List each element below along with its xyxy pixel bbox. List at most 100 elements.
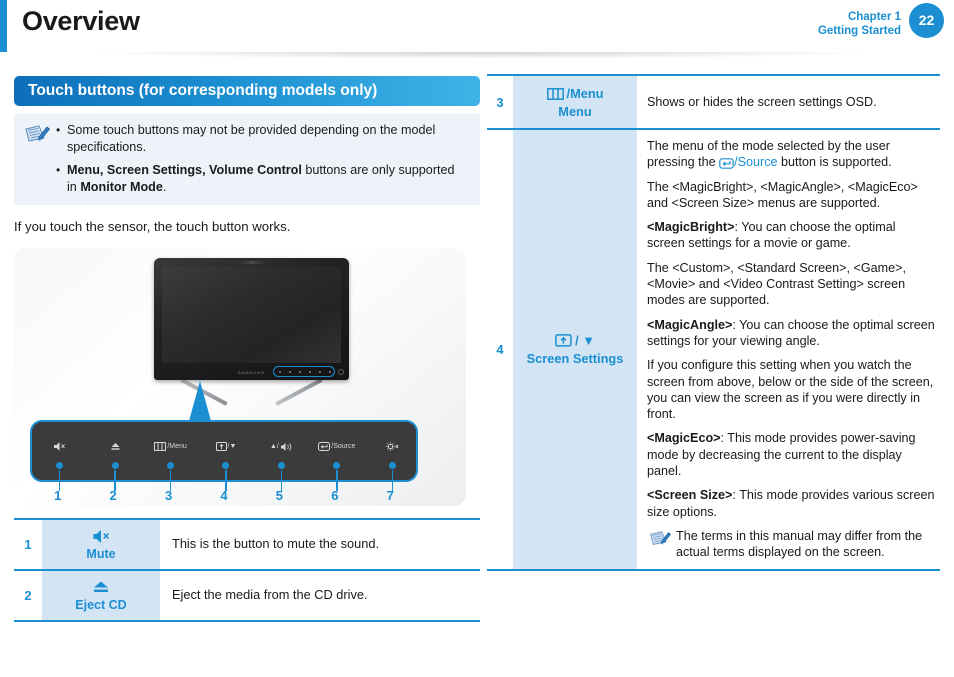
touch-sensor-dots xyxy=(279,371,331,373)
chapter-line-2: Getting Started xyxy=(817,25,901,37)
callout-number: 5 xyxy=(275,488,284,503)
menu-icon xyxy=(546,87,564,100)
monitor-graphic: SAMSUNG xyxy=(154,258,349,406)
paragraph: <MagicBright>: You can choose the optima… xyxy=(647,219,936,252)
webcam-strip xyxy=(238,261,265,264)
manual-page: Overview Chapter 1 Getting Started 22 To… xyxy=(0,0,954,677)
paragraph: Shows or hides the screen settings OSD. xyxy=(647,94,877,109)
note-text: Menu, Screen Settings, Volume Control bu… xyxy=(67,163,455,194)
page-number-badge: 22 xyxy=(909,2,944,38)
touch-button-3: /Menu xyxy=(143,440,198,491)
term-magiceco: <MagicEco> xyxy=(647,431,721,446)
callout-number-row: 1 2 3 4 5 6 7 xyxy=(30,488,418,503)
row-key-label: Menu xyxy=(558,104,592,119)
callout-number: 2 xyxy=(109,488,117,503)
right-button-table: 3 /Menu Menu Shows or hides the screen s… xyxy=(487,74,940,571)
header-accent-bar xyxy=(0,0,7,52)
mute-icon xyxy=(53,440,66,453)
monitor-stand-right xyxy=(275,378,323,406)
note-list: • Some touch buttons may not be provided… xyxy=(56,122,466,195)
leader-dot xyxy=(167,462,175,469)
term-magicbright: <MagicBright> xyxy=(647,220,735,235)
lead-paragraph: If you touch the sensor, the touch butto… xyxy=(14,219,291,234)
power-indicator xyxy=(338,369,344,375)
table-row: 1 Mute This is the button to mute the so… xyxy=(14,519,480,570)
touch-button-4: /▼ xyxy=(198,440,253,491)
page-title: Overview xyxy=(22,6,140,36)
page-header: Overview Chapter 1 Getting Started 22 xyxy=(0,0,954,52)
callout-number: 7 xyxy=(386,488,394,503)
row-number: 3 xyxy=(496,94,504,110)
row-number: 1 xyxy=(24,537,32,552)
eject-icon xyxy=(46,578,156,597)
header-chapter-group: Chapter 1 Getting Started 22 xyxy=(818,2,944,38)
monitor-screen xyxy=(162,267,341,363)
callout-number: 3 xyxy=(164,488,173,503)
left-column: Touch buttons (for corresponding models … xyxy=(14,62,480,622)
paragraph-source: The menu of the mode selected by the use… xyxy=(647,138,936,171)
paragraph: If you configure this setting when you w… xyxy=(647,358,934,422)
touch-button-bar: /Menu /▼ ▲/ /Source xyxy=(30,420,418,491)
screen-settings-icon xyxy=(555,334,572,347)
term-magicangle: <MagicAngle> xyxy=(647,317,733,332)
left-button-table: 1 Mute This is the button to mute the so… xyxy=(14,518,480,622)
touch-button-3-label: /Menu xyxy=(167,443,187,450)
note-box: • Some touch buttons may not be provided… xyxy=(14,114,480,205)
paragraph: <Screen Size>: This mode provides variou… xyxy=(647,487,936,520)
touch-button-glyph-row: /Menu /▼ ▲/ /Source xyxy=(32,440,420,491)
leader-dot xyxy=(111,462,119,469)
row-key-glyph-suffix: / ▼ xyxy=(575,333,595,349)
source-link-text: /Source xyxy=(734,155,778,170)
touch-button-highlight xyxy=(273,366,335,377)
monitor-illustration: SAMSUNG /Menu /▼ ▲/ /Source 1 2 3 4 5 6 … xyxy=(14,248,466,506)
monitor-body: SAMSUNG xyxy=(154,258,349,380)
leader-dot xyxy=(222,462,230,469)
note-item: • Some touch buttons may not be provided… xyxy=(56,122,466,155)
right-column: 3 /Menu Menu Shows or hides the screen s… xyxy=(487,74,940,571)
leader-dot xyxy=(277,462,285,469)
callout-number: 4 xyxy=(220,488,228,503)
row-description: This is the button to mute the sound. xyxy=(172,536,380,552)
table-row: 2 Eject CD Eject the media from the CD d… xyxy=(14,570,480,621)
power-icon xyxy=(385,440,399,453)
row-description: Eject the media from the CD drive. xyxy=(172,587,368,603)
touch-button-1 xyxy=(32,440,87,491)
paragraph: <MagicEco>: This mode provides power-sav… xyxy=(647,430,936,479)
header-shadow xyxy=(7,52,954,62)
paragraph: The <Custom>, <Standard Screen>, <Game>,… xyxy=(647,260,907,308)
row-key-cell: Eject CD xyxy=(42,570,160,621)
leader-dot xyxy=(333,462,341,469)
paragraph: The <MagicBright>, <MagicAngle>, <MagicE… xyxy=(647,179,918,210)
row-key-cell: Mute xyxy=(42,519,160,570)
section-title-banner: Touch buttons (for corresponding models … xyxy=(14,76,480,106)
note-text: Some touch buttons may not be provided d… xyxy=(67,123,436,154)
touch-button-7 xyxy=(365,440,420,491)
row-key-cell: /Menu Menu xyxy=(513,75,637,129)
note-bullet: • xyxy=(56,123,61,137)
callout-number: 6 xyxy=(331,488,339,503)
row-key-glyph-suffix: /Menu xyxy=(566,86,604,101)
touch-button-6: /Source xyxy=(309,440,364,491)
table-row: 4 / ▼ Screen Settings The menu of the mo… xyxy=(487,129,940,570)
paragraph: <MagicAngle>: You can choose the optimal… xyxy=(647,317,936,350)
chapter-label: Chapter 1 Getting Started xyxy=(818,2,901,38)
chapter-line-1: Chapter 1 xyxy=(847,11,901,23)
row-number: 2 xyxy=(24,588,32,603)
callout-number: 1 xyxy=(54,488,62,503)
note-icon xyxy=(24,122,52,195)
content-columns: Touch buttons (for corresponding models … xyxy=(0,62,954,677)
note-icon xyxy=(649,528,671,561)
source-icon xyxy=(719,158,734,170)
source-icon xyxy=(318,442,331,451)
row-description: The menu of the mode selected by the use… xyxy=(637,129,940,570)
touch-button-2 xyxy=(87,440,142,491)
note-item: • Menu, Screen Settings, Volume Control … xyxy=(56,162,466,195)
touch-button-5: ▲/ xyxy=(254,440,309,491)
row-key-label: Mute xyxy=(86,547,116,561)
leader-dot xyxy=(56,462,64,469)
leader-dot xyxy=(388,462,396,469)
menu-icon xyxy=(154,442,167,451)
row-number: 4 xyxy=(496,341,504,357)
row-key-label: Eject CD xyxy=(75,598,127,612)
table-row: 3 /Menu Menu Shows or hides the screen s… xyxy=(487,75,940,129)
